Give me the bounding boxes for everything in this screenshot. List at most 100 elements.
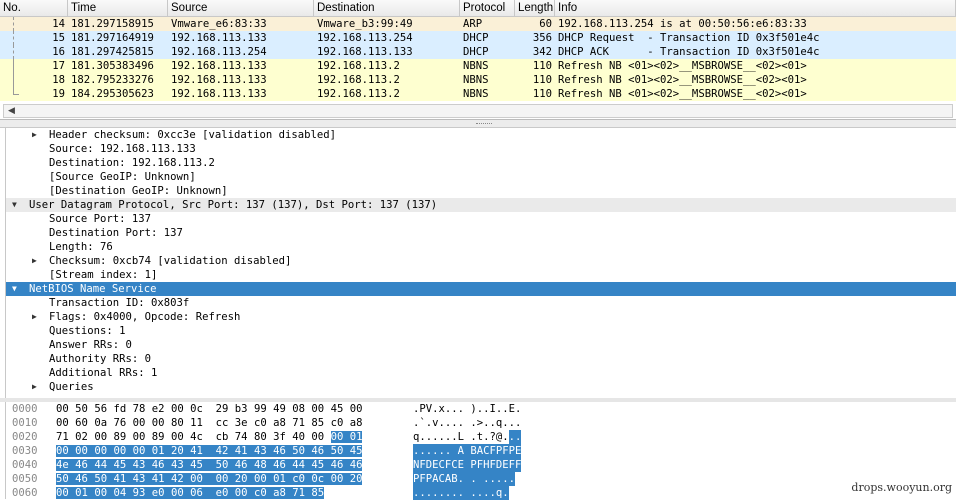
hex-bytes[interactable]: 00 60 0a 76 00 00 80 11 cc 3e c0 a8 71 8… — [56, 416, 362, 430]
ascii-selection-highlight: PFPACAB. . ..... — [413, 472, 516, 486]
conversation-tree-line — [13, 45, 14, 59]
detail-tree-item[interactable]: ▶ Checksum: 0xcb74 [validation disabled] — [6, 254, 956, 268]
collapsed-arrow-icon[interactable]: ▶ — [32, 380, 37, 394]
packet-no: 15 — [52, 32, 65, 44]
packet-row[interactable]: 16 181.297425815 192.168.113.254 192.168.11… — [0, 45, 956, 59]
detail-tree-item[interactable]: Questions: 1 — [6, 324, 956, 338]
hex-ascii[interactable]: .PV.x... )..I..E. — [413, 402, 521, 416]
column-header-destination[interactable]: Destination — [314, 0, 460, 16]
horizontal-scrollbar[interactable]: ◀ — [3, 104, 953, 118]
packet-bytes-pane[interactable]: 0000 00 50 56 fd 78 e2 00 0c 29 b3 99 49 … — [5, 402, 956, 500]
detail-text: [Source GeoIP: Unknown] — [49, 171, 196, 183]
hex-ascii[interactable]: NFDECFCE PFHFDEFF NFDECFCE PFHFDEFF — [413, 458, 522, 472]
packet-src: 192.168.113.133 — [171, 74, 267, 86]
detail-tree-item[interactable]: ▶ Header checksum: 0xcc3e [validation dis… — [6, 128, 956, 142]
hex-bytes[interactable]: 00 00 00 00 00 01 20 41 42 41 43 46 50 4… — [56, 444, 363, 458]
hex-bytes[interactable]: 00 50 56 fd 78 e2 00 0c 29 b3 99 49 08 0… — [56, 402, 362, 416]
detail-tree-item[interactable]: Source: 192.168.113.133 — [6, 142, 956, 156]
hex-row: 0040 4e 46 44 45 43 46 43 45 50 46 48 46 … — [6, 458, 956, 472]
packet-list[interactable]: No. Time Source Destination Protocol Len… — [0, 0, 956, 120]
hex-ascii[interactable]: ...... A BACFPFPE...... A BACFPFPE — [413, 444, 522, 458]
collapsed-arrow-icon[interactable]: ▶ — [32, 310, 37, 324]
detail-tree-item[interactable]: Additional RRs: 1 — [6, 366, 956, 380]
hex-row: 0020 71 02 00 89 00 89 00 4c cb 74 80 3f … — [6, 430, 956, 444]
detail-tree-item[interactable]: Transaction ID: 0x803f — [6, 296, 956, 310]
detail-tree-item[interactable]: [Stream index: 1] — [6, 268, 956, 282]
detail-tree-item[interactable]: Authority RRs: 0 — [6, 352, 956, 366]
detail-tree-item[interactable]: ▶ Flags: 0x4000, Opcode: Refresh — [6, 310, 956, 324]
packet-row[interactable]: 15 181.297164919 192.168.113.133 192.168.11… — [0, 31, 956, 45]
packet-details-tree[interactable]: ▶ Header checksum: 0xcc3e [validation dis… — [5, 128, 956, 398]
scroll-left-icon[interactable]: ◀ — [8, 105, 15, 116]
detail-text: Source: 192.168.113.133 — [49, 143, 196, 155]
collapsed-arrow-icon[interactable]: ▶ — [32, 128, 37, 142]
conversation-tree-line — [13, 73, 14, 87]
detail-text: Authority RRs: 0 — [49, 353, 152, 365]
hex-bytes[interactable]: 00 01 00 04 93 e0 00 06 e0 00 c0 a8 71 8… — [56, 486, 325, 500]
detail-tree-item[interactable]: ▶ Queries — [6, 380, 956, 394]
column-header-info[interactable]: Info — [555, 0, 956, 16]
hex-bytes[interactable]: 4e 46 44 45 43 46 43 45 50 46 48 46 44 4… — [56, 458, 363, 472]
column-header-source[interactable]: Source — [168, 0, 314, 16]
collapsed-arrow-icon[interactable]: ▶ — [32, 254, 37, 268]
detail-text: User Datagram Protocol, Src Port: 137 (1… — [29, 199, 438, 211]
hex-ascii[interactable]: q......L .t.?@..... — [413, 430, 521, 444]
detail-tree-item[interactable]: Answer RRs: 0 — [6, 338, 956, 352]
detail-tree-item[interactable]: Destination: 192.168.113.2 — [6, 156, 956, 170]
packet-len: 342 — [532, 46, 552, 58]
packet-time: 184.295305623 — [71, 88, 154, 100]
hex-ascii[interactable]: PFPACAB. . ..... PFPACAB. . ..... — [413, 472, 516, 486]
packet-len: 110 — [532, 60, 552, 72]
packet-proto: NBNS — [463, 74, 489, 86]
packet-time: 181.297158915 — [71, 18, 154, 30]
packet-dst: Vmware_b3:99:49 — [317, 18, 413, 30]
packet-src: 192.168.113.133 — [171, 60, 267, 72]
packet-no: 14 — [52, 18, 65, 30]
ascii-selection-highlight: ........ ....q. — [413, 486, 509, 500]
detail-tree-item[interactable]: Destination Port: 137 — [6, 226, 956, 240]
packet-proto: NBNS — [463, 88, 489, 100]
detail-tree-item[interactable]: ▼ NetBIOS Name Service — [6, 282, 956, 296]
packet-dst: 192.168.113.2 — [317, 74, 400, 86]
packet-len: 110 — [532, 74, 552, 86]
hex-row: 0010 00 60 0a 76 00 00 80 11 cc 3e c0 a8 … — [6, 416, 956, 430]
column-header-time[interactable]: Time — [68, 0, 168, 16]
hex-ascii[interactable]: ........ ....q......... ....q. — [413, 486, 509, 500]
hex-bytes[interactable]: 50 46 50 41 43 41 42 00 00 20 00 01 c0 0… — [56, 472, 363, 486]
packet-row[interactable]: 19 184.295305623 192.168.113.133 192.168.11… — [0, 87, 956, 101]
packet-proto: DHCP — [463, 32, 489, 44]
packet-row[interactable]: 18 182.795233276 192.168.113.133 192.168.11… — [0, 73, 956, 87]
packet-info: Refresh NB <01><02>__MSBROWSE__<02><01> — [558, 74, 807, 86]
ascii-selection-highlight: ...... A BACFPFPE — [413, 444, 522, 458]
expanded-arrow-icon[interactable]: ▼ — [12, 198, 17, 212]
detail-tree-item[interactable]: [Source GeoIP: Unknown] — [6, 170, 956, 184]
packet-no: 17 — [52, 60, 65, 72]
packet-no: 16 — [52, 46, 65, 58]
detail-tree-item[interactable]: Source Port: 137 — [6, 212, 956, 226]
column-header-length[interactable]: Length — [515, 0, 555, 16]
packet-dst: 192.168.113.133 — [317, 46, 413, 58]
expanded-arrow-icon[interactable]: ▼ — [12, 282, 17, 296]
detail-text: Length: 76 — [49, 241, 113, 253]
pane-splitter[interactable] — [0, 120, 956, 128]
hex-bytes[interactable]: 71 02 00 89 00 89 00 4c cb 74 80 3f 40 0… — [56, 430, 363, 444]
packet-len: 110 — [532, 88, 552, 100]
column-header-no[interactable]: No. — [0, 0, 68, 16]
column-header-protocol[interactable]: Protocol — [460, 0, 515, 16]
hex-row: 0030 00 00 00 00 00 01 20 41 42 41 43 46 … — [6, 444, 956, 458]
detail-text: Flags: 0x4000, Opcode: Refresh — [49, 311, 241, 323]
hex-row: 0000 00 50 56 fd 78 e2 00 0c 29 b3 99 49 … — [6, 402, 956, 416]
detail-text: Additional RRs: 1 — [49, 367, 158, 379]
detail-tree-item[interactable]: ▼ User Datagram Protocol, Src Port: 137 (… — [6, 198, 956, 212]
watermark: drops.wooyun.org — [851, 481, 952, 494]
hex-ascii[interactable]: .`.v.... .>..q... — [413, 416, 521, 430]
detail-text: Checksum: 0xcb74 [validation disabled] — [49, 255, 292, 267]
detail-tree-item[interactable]: Length: 76 — [6, 240, 956, 254]
detail-tree-item[interactable]: [Destination GeoIP: Unknown] — [6, 184, 956, 198]
detail-text: Queries — [49, 381, 94, 393]
conversation-tree-line — [13, 87, 19, 95]
detail-text: [Stream index: 1] — [49, 269, 158, 281]
packet-row[interactable]: 17 181.305383496 192.168.113.133 192.168.11… — [0, 59, 956, 73]
packet-row[interactable]: 14 181.297158915 Vmware_e6:83:33 Vmware_b3:… — [0, 17, 956, 31]
hex-offset: 0060 — [12, 487, 38, 499]
